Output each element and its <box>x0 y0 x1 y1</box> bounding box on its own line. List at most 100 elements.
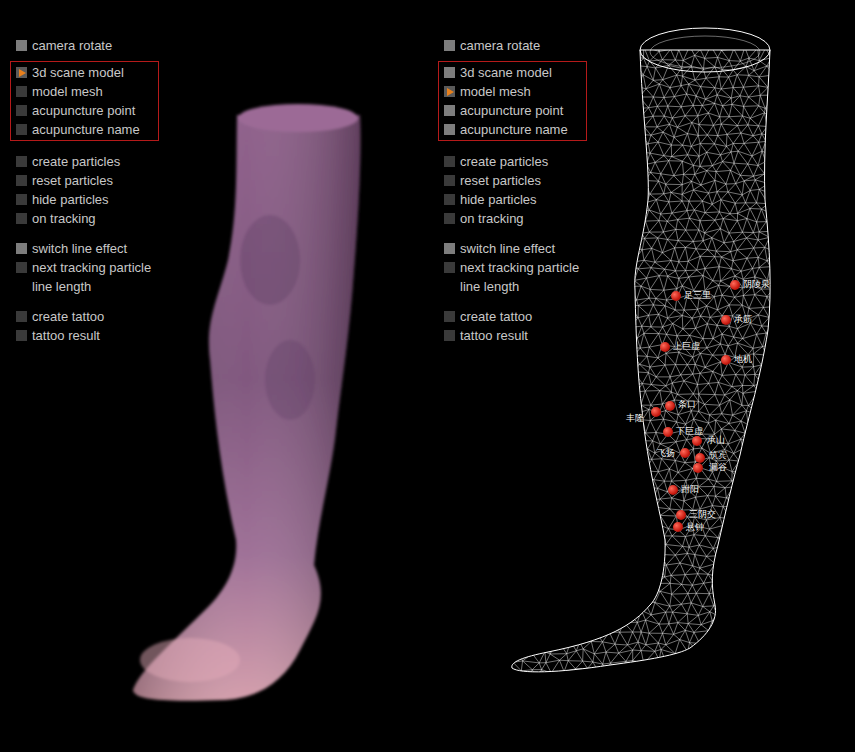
display-group: 3d scane modelmodel meshacupuncture poin… <box>438 61 587 141</box>
menu-item[interactable]: reset particles <box>16 171 175 190</box>
acupuncture-point[interactable] <box>651 407 661 417</box>
acupuncture-point[interactable] <box>660 342 670 352</box>
menu-item[interactable]: on tracking <box>16 209 175 228</box>
acupuncture-name: 三阴交 <box>689 509 716 520</box>
acupuncture-name: 阴陵泉 <box>743 279 770 290</box>
app: camera rotate3d scane modelmodel meshacu… <box>0 0 855 752</box>
acupuncture-point[interactable] <box>663 427 673 437</box>
acupuncture-point[interactable] <box>695 453 705 463</box>
menu-group: switch line effectnext tracking particle… <box>438 239 603 296</box>
menu-group: create tattootattoo result <box>438 307 603 345</box>
checkbox[interactable] <box>444 194 455 205</box>
menu-item[interactable]: switch line effect <box>16 239 175 258</box>
acupuncture-point[interactable] <box>676 510 686 520</box>
checkbox[interactable] <box>16 175 27 186</box>
menu-item[interactable]: model mesh <box>444 82 586 101</box>
menu-item[interactable]: hide particles <box>444 190 603 209</box>
play-triangle-icon <box>18 69 26 77</box>
checkbox[interactable] <box>444 330 455 341</box>
checkbox[interactable] <box>16 67 27 78</box>
acupuncture-point[interactable] <box>730 280 740 290</box>
acupuncture-name: 飞扬 <box>657 448 675 459</box>
acupuncture-name: 上巨虚 <box>673 341 700 352</box>
checkbox[interactable] <box>444 40 455 51</box>
checkbox[interactable] <box>16 311 27 322</box>
viewer-panel: camera rotate3d scane modelmodel meshacu… <box>0 0 427 752</box>
acupuncture-name: 承筋 <box>734 314 752 325</box>
menu-group: camera rotate <box>10 36 175 55</box>
menu-item[interactable]: create tattoo <box>444 307 603 326</box>
checkbox[interactable] <box>444 213 455 224</box>
menu-item[interactable]: 3d scane model <box>444 63 586 82</box>
acupuncture-name: 足三里 <box>684 290 711 301</box>
acupuncture-point[interactable] <box>665 401 675 411</box>
menu-item[interactable]: tattoo result <box>16 326 175 345</box>
acupuncture-point[interactable] <box>692 436 702 446</box>
menu-item[interactable]: on tracking <box>444 209 603 228</box>
acupuncture-name: 跗阳 <box>681 484 699 495</box>
acupuncture-name: 漏谷 <box>709 462 727 473</box>
display-group: 3d scane modelmodel meshacupuncture poin… <box>10 61 159 141</box>
checkbox[interactable] <box>444 175 455 186</box>
acupuncture-point[interactable] <box>668 485 678 495</box>
acupuncture-name: 丰隆 <box>626 413 644 424</box>
acupuncture-name: 下巨虚 <box>676 426 703 437</box>
menu-item[interactable]: acupuncture name <box>16 120 158 139</box>
menu-item[interactable]: line length <box>444 277 603 296</box>
menu-item[interactable]: next tracking particle <box>444 258 603 277</box>
acupuncture-name: 地机 <box>734 354 752 365</box>
checkbox[interactable] <box>16 243 27 254</box>
menu-group: camera rotate <box>438 36 603 55</box>
acupuncture-name: 条口 <box>678 399 696 410</box>
menu-item[interactable]: create particles <box>16 152 175 171</box>
checkbox[interactable] <box>16 105 27 116</box>
menu-item[interactable]: create particles <box>444 152 603 171</box>
acupuncture-point[interactable] <box>671 291 681 301</box>
menu-item[interactable]: switch line effect <box>444 239 603 258</box>
checkbox[interactable] <box>444 86 455 97</box>
checkbox[interactable] <box>16 262 27 273</box>
menu-item[interactable]: camera rotate <box>16 36 175 55</box>
control-menu: camera rotate3d scane modelmodel meshacu… <box>0 0 175 345</box>
checkbox[interactable] <box>16 330 27 341</box>
checkbox[interactable] <box>444 105 455 116</box>
menu-item[interactable]: 3d scane model <box>16 63 158 82</box>
checkbox[interactable] <box>16 124 27 135</box>
acupuncture-point[interactable] <box>673 522 683 532</box>
menu-item[interactable]: tattoo result <box>444 326 603 345</box>
checkbox[interactable] <box>16 213 27 224</box>
checkbox[interactable] <box>16 40 27 51</box>
acupuncture-point[interactable] <box>680 448 690 458</box>
menu-group: create particlesreset particleshide part… <box>10 152 175 228</box>
viewer-panel: 足三里 阴陵泉承筋上巨虚地机条口丰隆下巨虚承山飞扬 筑宾漏谷跗阳三阴交悬钟 camer… <box>428 0 855 752</box>
menu-item[interactable]: acupuncture name <box>444 120 586 139</box>
menu-group: create particlesreset particleshide part… <box>438 152 603 228</box>
menu-item[interactable]: reset particles <box>444 171 603 190</box>
checkbox[interactable] <box>444 67 455 78</box>
acupuncture-point[interactable] <box>721 315 731 325</box>
checkbox[interactable] <box>16 156 27 167</box>
acupuncture-name: 悬钟 <box>686 522 704 533</box>
acupuncture-name: 筑宾 <box>709 450 727 461</box>
checkbox[interactable] <box>444 262 455 273</box>
play-triangle-icon <box>446 88 454 96</box>
checkbox[interactable] <box>444 156 455 167</box>
menu-item[interactable]: model mesh <box>16 82 158 101</box>
acupuncture-point[interactable] <box>721 355 731 365</box>
menu-item[interactable]: next tracking particle <box>16 258 175 277</box>
menu-item[interactable]: line length <box>16 277 175 296</box>
menu-item[interactable]: acupuncture point <box>444 101 586 120</box>
checkbox[interactable] <box>444 311 455 322</box>
acupuncture-point[interactable] <box>693 463 703 473</box>
menu-item[interactable]: create tattoo <box>16 307 175 326</box>
acupuncture-name: 承山 <box>707 435 725 446</box>
checkbox[interactable] <box>16 86 27 97</box>
menu-item[interactable]: acupuncture point <box>16 101 158 120</box>
menu-group: switch line effectnext tracking particle… <box>10 239 175 296</box>
checkbox[interactable] <box>16 194 27 205</box>
menu-group: create tattootattoo result <box>10 307 175 345</box>
checkbox[interactable] <box>444 243 455 254</box>
menu-item[interactable]: camera rotate <box>444 36 603 55</box>
checkbox[interactable] <box>444 124 455 135</box>
menu-item[interactable]: hide particles <box>16 190 175 209</box>
